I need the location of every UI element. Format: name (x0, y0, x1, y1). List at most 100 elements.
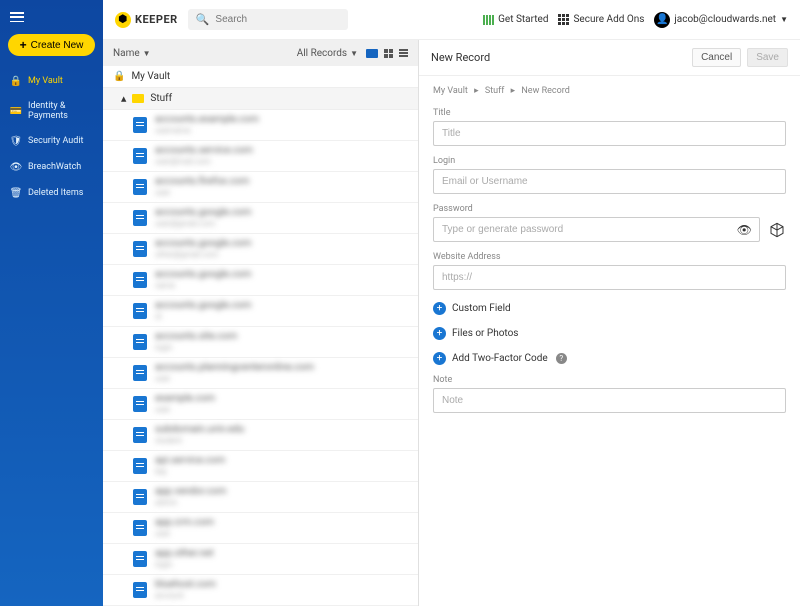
folder-view-icon[interactable] (366, 49, 378, 58)
record-title: app.crm.com (155, 517, 214, 529)
add-custom-field[interactable]: + Custom Field (433, 302, 786, 315)
vault-root-label: My Vault (131, 71, 170, 82)
detail-header: New Record Cancel Save (419, 40, 800, 76)
help-icon[interactable]: ? (556, 353, 567, 364)
sidebar-item-my-vault[interactable]: 🔒 My Vault (0, 68, 103, 94)
record-title: api.service.com (155, 455, 225, 467)
website-input[interactable] (433, 265, 786, 290)
files-photos-label: Files or Photos (452, 328, 518, 339)
record-subtitle: student (155, 436, 244, 446)
secure-addons-link[interactable]: Secure Add Ons (558, 14, 644, 25)
create-new-button[interactable]: + Create New (8, 34, 95, 56)
record-title: accounts.site.com (155, 331, 237, 343)
folder-label: Stuff (150, 93, 172, 104)
title-input[interactable] (433, 121, 786, 146)
record-title: app.vendor.com (155, 486, 226, 498)
generate-password-button[interactable] (768, 221, 786, 239)
logo[interactable]: ⬢ KEEPER (115, 12, 178, 28)
detail-body: My Vault ▸ Stuff ▸ New Record Title Logi… (419, 76, 800, 423)
record-row[interactable]: accounts.google.comother@gmail.com (103, 234, 418, 265)
record-row[interactable]: accounts.example.comusername (103, 110, 418, 141)
record-row[interactable]: app.vendor.comadmin (103, 482, 418, 513)
record-title: bluehost.com (155, 579, 216, 591)
cancel-button[interactable]: Cancel (692, 48, 741, 67)
record-subtitle: admin (155, 498, 226, 508)
record-icon (133, 303, 147, 319)
record-row[interactable]: accounts.service.comuser@mail.com (103, 141, 418, 172)
record-row[interactable]: subdomain.univ.edustudent (103, 420, 418, 451)
detail-title: New Record (431, 51, 490, 64)
list-view-icon[interactable] (399, 49, 408, 57)
record-icon (133, 489, 147, 505)
chevron-down-icon: ▼ (350, 49, 358, 58)
add-two-factor[interactable]: + Add Two-Factor Code ? (433, 352, 786, 365)
breadcrumb: My Vault ▸ Stuff ▸ New Record (433, 86, 786, 96)
filter-dropdown[interactable]: All Records ▼ (297, 48, 358, 59)
topbar: ⬢ KEEPER 🔍 Get Started Secure Add Ons 👤 … (103, 0, 800, 40)
save-button[interactable]: Save (747, 48, 788, 67)
password-input[interactable] (433, 217, 760, 242)
record-row[interactable]: accounts.planningcenteronline.comuser (103, 358, 418, 389)
eye-icon[interactable]: 👁 (737, 223, 752, 237)
menu-toggle[interactable] (0, 8, 103, 26)
bc-vault[interactable]: My Vault (433, 86, 468, 96)
record-row[interactable]: api.service.comkey (103, 451, 418, 482)
record-icon (133, 148, 147, 164)
add-files-photos[interactable]: + Files or Photos (433, 327, 786, 340)
logo-mark-icon: ⬢ (115, 12, 131, 28)
search-input[interactable] (215, 14, 339, 25)
record-row[interactable]: app.other.netlogin (103, 544, 418, 575)
record-subtitle: user@gmail.com (155, 219, 251, 229)
sidebar-item-deleted[interactable]: 🗑 Deleted Items (0, 180, 103, 206)
record-icon (133, 210, 147, 226)
note-input[interactable] (433, 388, 786, 413)
vault-root-row[interactable]: 🔒 My Vault (103, 66, 418, 88)
record-subtitle: user (155, 405, 215, 415)
record-subtitle: name (155, 281, 251, 291)
sidebar-item-security[interactable]: 🛡 Security Audit (0, 128, 103, 154)
record-subtitle: other@gmail.com (155, 250, 251, 260)
chevron-down-icon: ▼ (780, 15, 788, 24)
login-input[interactable] (433, 169, 786, 194)
grid-view-icon[interactable] (384, 49, 393, 58)
record-row[interactable]: accounts.google.comuser@gmail.com (103, 203, 418, 234)
record-subtitle: id (155, 312, 251, 322)
record-icon (133, 334, 147, 350)
record-row[interactable]: accounts.site.comlogin (103, 327, 418, 358)
get-started-link[interactable]: Get Started (483, 14, 548, 25)
shield-icon: 🛡 (10, 135, 22, 147)
record-title: app.other.net (155, 548, 214, 560)
record-subtitle: user@mail.com (155, 157, 253, 167)
record-row[interactable]: accounts.firefox.comuser (103, 172, 418, 203)
password-field-label: Password (433, 204, 786, 214)
sidebar-item-label: Identity & Payments (28, 101, 93, 121)
record-row[interactable]: app.crm.comuser (103, 513, 418, 544)
user-menu[interactable]: 👤 jacob@cloudwards.net ▼ (654, 12, 788, 28)
name-sort[interactable]: Name ▼ (113, 48, 151, 59)
record-row[interactable]: bluehost.comaccount (103, 575, 418, 606)
sidebar: + Create New 🔒 My Vault 💳 Identity & Pay… (0, 0, 103, 606)
chevron-right-icon: ▸ (474, 86, 479, 96)
search-box[interactable]: 🔍 (188, 9, 348, 30)
record-row[interactable]: accounts.google.comid (103, 296, 418, 327)
chevron-right-icon: ▶ (120, 96, 128, 101)
sidebar-item-label: Security Audit (28, 136, 83, 146)
sidebar-item-identity[interactable]: 💳 Identity & Payments (0, 94, 103, 128)
bc-folder[interactable]: Stuff (485, 86, 505, 96)
record-icon (133, 365, 147, 381)
folder-row[interactable]: ▶ Stuff (103, 88, 418, 110)
two-factor-label: Add Two-Factor Code (452, 353, 548, 364)
record-row[interactable]: example.comuser (103, 389, 418, 420)
hamburger-icon (10, 12, 24, 22)
sidebar-item-breachwatch[interactable]: 👁 BreachWatch (0, 154, 103, 180)
avatar-icon: 👤 (654, 12, 670, 28)
user-email-label: jacob@cloudwards.net (674, 14, 776, 25)
record-icon (133, 272, 147, 288)
record-subtitle: username (155, 126, 259, 136)
content: Name ▼ All Records ▼ (103, 40, 800, 606)
records-list[interactable]: accounts.example.comusernameaccounts.ser… (103, 110, 418, 606)
record-title: accounts.google.com (155, 207, 251, 219)
apps-grid-icon (558, 14, 569, 25)
brand-label: KEEPER (135, 13, 178, 26)
record-row[interactable]: accounts.google.comname (103, 265, 418, 296)
